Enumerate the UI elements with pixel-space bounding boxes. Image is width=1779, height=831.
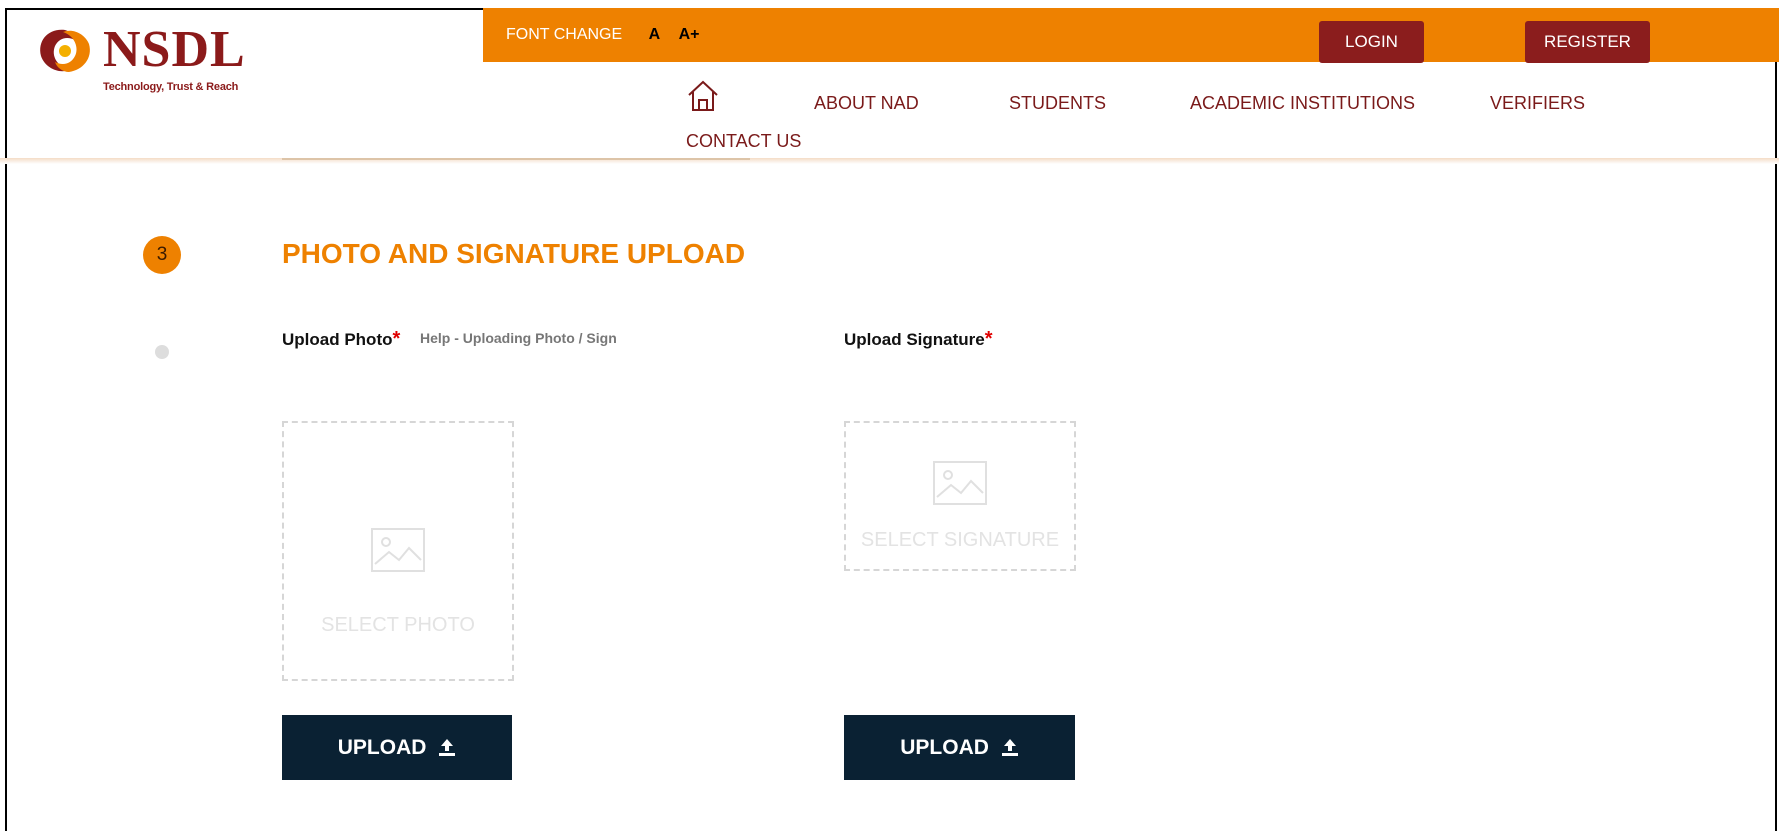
select-photo-text: SELECT PHOTO xyxy=(321,614,475,636)
nav-contact-us[interactable]: CONTACT US xyxy=(686,131,801,152)
upload-signature-button[interactable]: UPLOAD xyxy=(844,715,1075,780)
logo-wordmark: NSDL xyxy=(103,21,246,78)
nav-verifiers[interactable]: VERIFIERS xyxy=(1490,93,1585,114)
step-dot xyxy=(155,345,169,359)
upload-signature-label: Upload Signature* xyxy=(844,328,993,351)
signature-dropzone[interactable]: SELECT SIGNATURE xyxy=(844,421,1076,571)
required-mark: * xyxy=(392,328,401,350)
upload-photo-label: Upload Photo* xyxy=(282,328,400,351)
font-normal-button[interactable]: A xyxy=(649,26,661,43)
image-icon xyxy=(933,461,987,505)
help-upload-link[interactable]: Help - Uploading Photo / Sign xyxy=(420,330,617,346)
select-signature-text: SELECT SIGNATURE xyxy=(860,529,1060,551)
font-large-button[interactable]: A+ xyxy=(679,26,700,43)
upload-icon xyxy=(1001,739,1018,756)
step-number-badge: 3 xyxy=(143,236,181,274)
font-change: FONT CHANGE A A+ xyxy=(506,8,700,62)
font-change-label: FONT CHANGE xyxy=(506,26,623,43)
section-title: PHOTO AND SIGNATURE UPLOAD xyxy=(282,238,746,269)
upload-signature-label-text: Upload Signature xyxy=(844,330,985,349)
required-mark: * xyxy=(984,328,993,350)
nsdl-logo-icon xyxy=(40,29,90,72)
register-button[interactable]: REGISTER xyxy=(1525,21,1650,63)
upload-photo-button[interactable]: UPLOAD xyxy=(282,715,512,780)
upload-photo-button-label: UPLOAD xyxy=(337,736,427,759)
home-icon[interactable] xyxy=(685,78,721,114)
nav-about-nad[interactable]: ABOUT NAD xyxy=(814,93,919,114)
top-bar: FONT CHANGE A A+ LOGIN REGISTER xyxy=(483,8,1779,63)
page-frame xyxy=(5,8,1777,831)
login-button[interactable]: LOGIN xyxy=(1319,21,1424,63)
image-icon xyxy=(371,528,425,572)
upload-photo-label-text: Upload Photo xyxy=(282,330,393,349)
nsdl-logo[interactable]: NSDL Technology, Trust & Reach xyxy=(35,20,255,100)
photo-dropzone[interactable]: SELECT PHOTO xyxy=(282,421,514,681)
nav-divider-accent xyxy=(282,158,750,160)
nav-academic-institutions[interactable]: ACADEMIC INSTITUTIONS xyxy=(1190,93,1415,114)
nav-divider xyxy=(0,158,1779,164)
logo-tagline: Technology, Trust & Reach xyxy=(103,81,239,93)
upload-icon xyxy=(439,739,456,756)
upload-signature-button-label: UPLOAD xyxy=(900,736,989,759)
nav-students[interactable]: STUDENTS xyxy=(1009,93,1106,114)
